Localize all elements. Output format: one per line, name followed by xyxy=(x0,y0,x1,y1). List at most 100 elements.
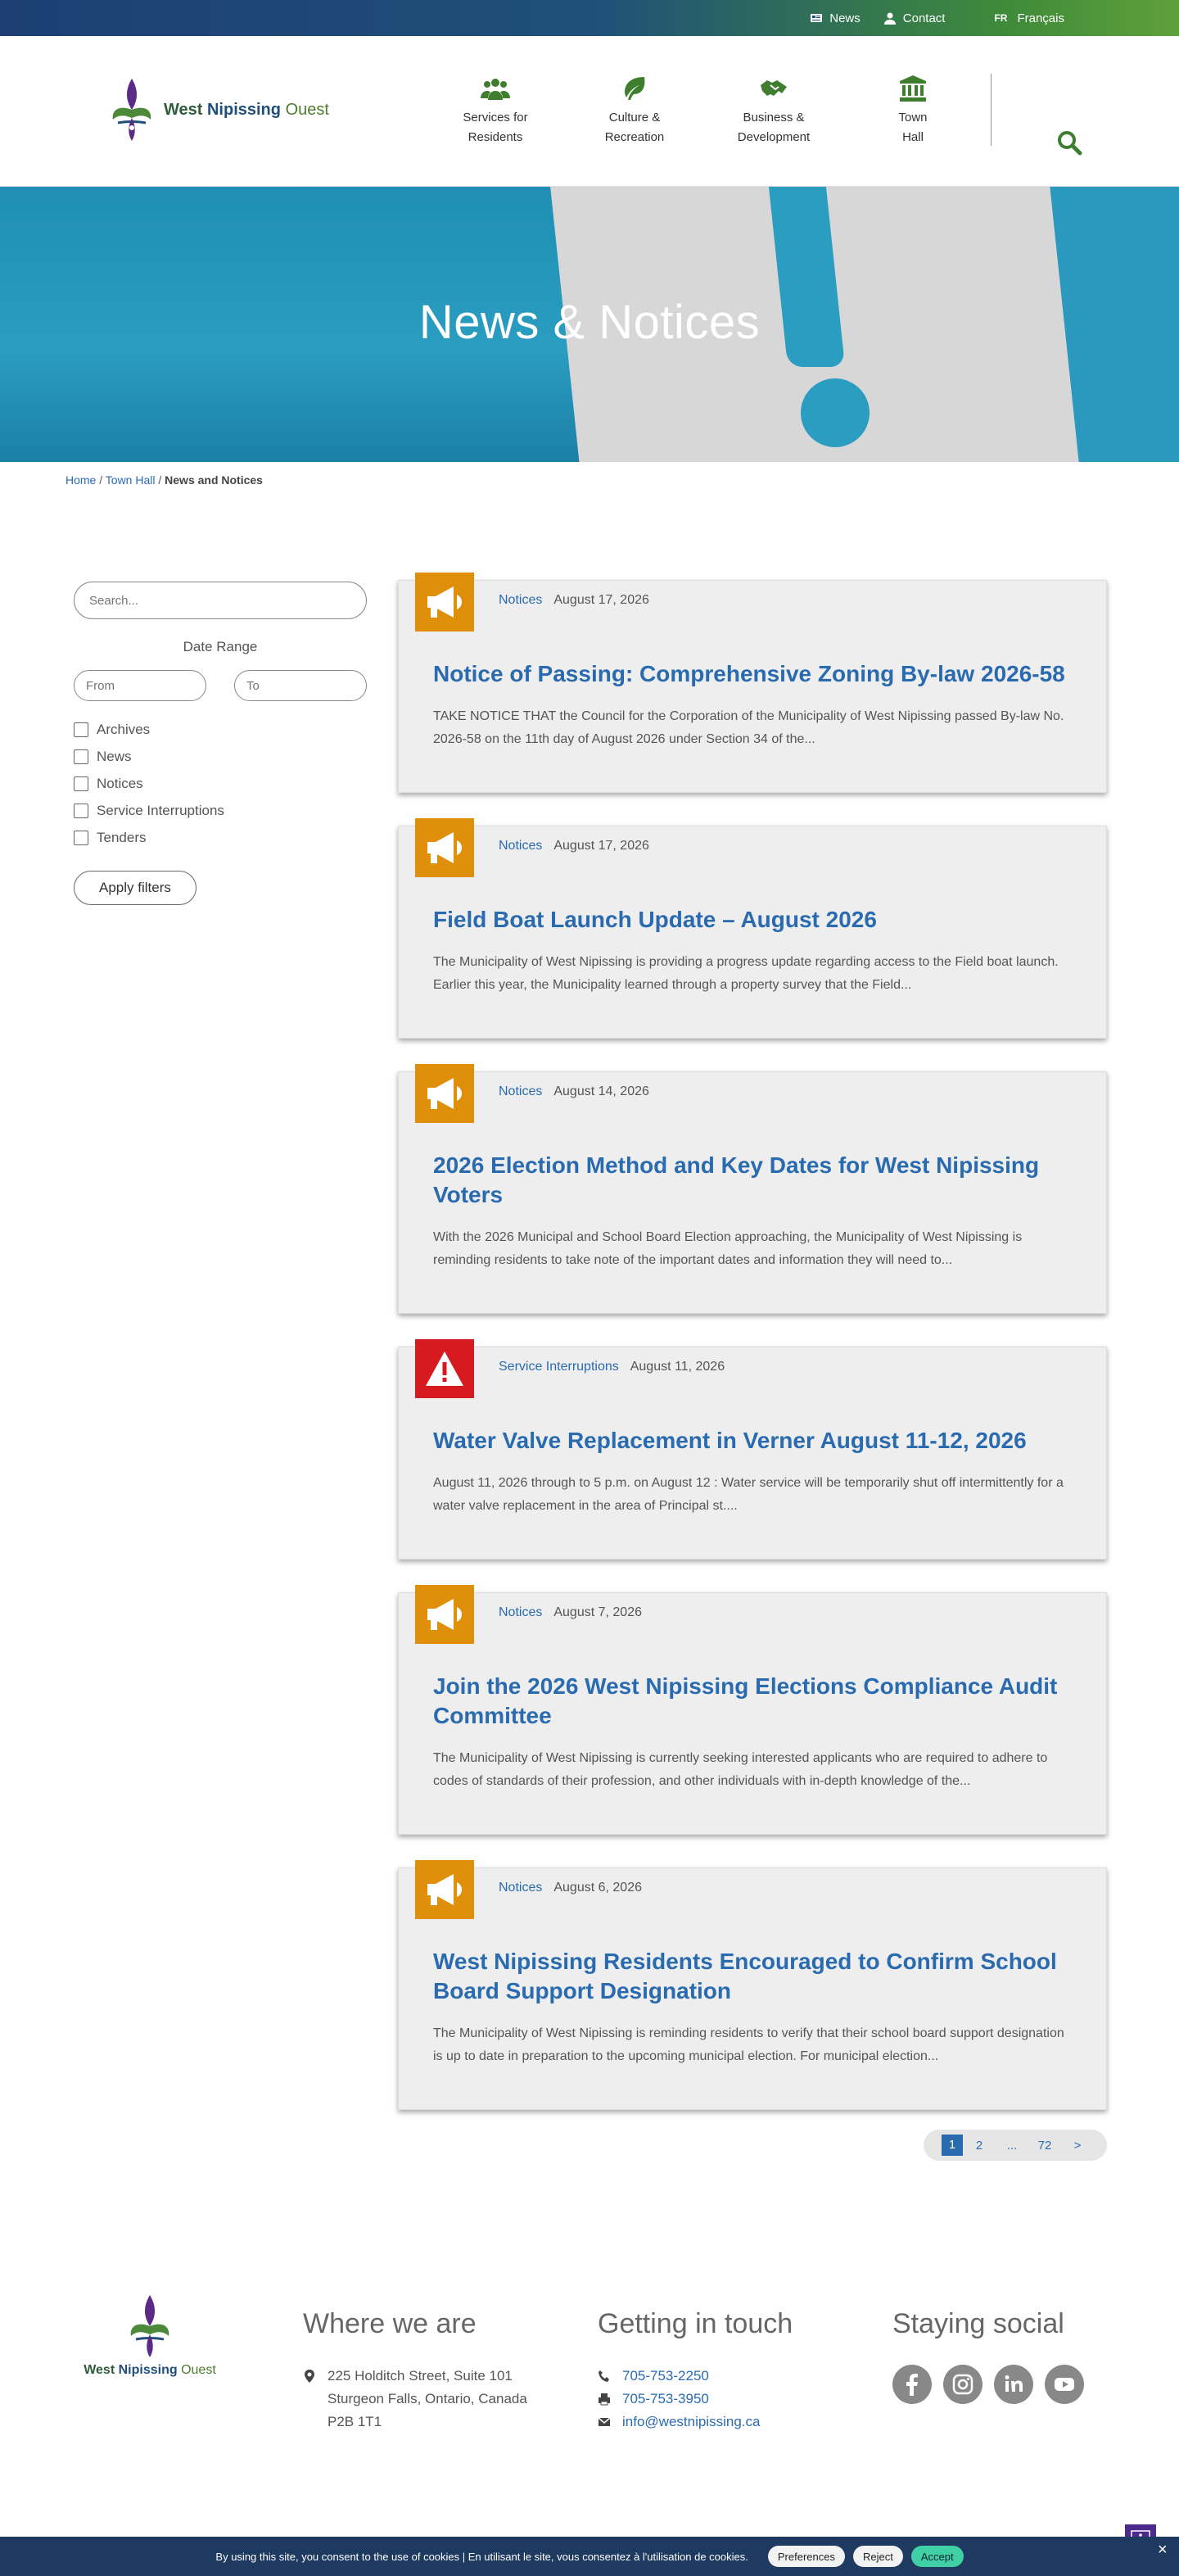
footer-address: 225 Holditch Street, Suite 101 Sturgeon … xyxy=(303,2365,527,2433)
checkbox[interactable] xyxy=(74,749,88,764)
card-title[interactable]: Water Valve Replacement in Verner August… xyxy=(433,1426,1072,1456)
category-filters: Archives News Notices Service Interrupti… xyxy=(74,716,367,851)
card-category[interactable]: Notices xyxy=(499,593,542,607)
cookie-preferences-button[interactable]: Preferences xyxy=(767,2546,845,2567)
card-meta: Notices August 7, 2026 xyxy=(499,1605,642,1620)
footer-social: Staying social xyxy=(892,2308,1084,2404)
logo-wordmark: West Nipissing Ouest xyxy=(164,101,329,120)
filter-news[interactable]: News xyxy=(74,743,367,770)
checkbox[interactable] xyxy=(74,776,88,791)
cookie-consent-bar: By using this site, you consent to the u… xyxy=(0,2537,1179,2576)
filter-archives[interactable]: Archives xyxy=(74,716,367,743)
language-switch[interactable]: FR Français xyxy=(994,11,1064,25)
date-to-input[interactable] xyxy=(234,670,367,701)
instagram-icon xyxy=(952,2374,973,2395)
card-date: August 17, 2026 xyxy=(553,839,649,853)
date-from-input[interactable] xyxy=(74,670,206,701)
card-category[interactable]: Service Interruptions xyxy=(499,1360,619,1374)
card-title[interactable]: Join the 2026 West Nipissing Elections C… xyxy=(433,1672,1072,1731)
youtube-link[interactable] xyxy=(1045,2365,1084,2404)
site-header: West Nipissing Ouest Services for Reside… xyxy=(0,36,1179,187)
nav-townhall-line1: Town xyxy=(898,111,928,124)
handshake-icon xyxy=(761,80,787,96)
social-links xyxy=(892,2365,1084,2404)
email-link[interactable]: info@westnipissing.ca xyxy=(622,2411,760,2433)
news-card[interactable]: Notices August 14, 2026 2026 Election Met… xyxy=(398,1064,1107,1314)
nav-townhall-line2: Hall xyxy=(902,130,924,144)
card-title[interactable]: 2026 Election Method and Key Dates for W… xyxy=(433,1151,1072,1210)
filter-tenders[interactable]: Tenders xyxy=(74,824,367,851)
news-link-label: News xyxy=(829,11,861,25)
next-page-button[interactable]: > xyxy=(1061,2139,1094,2153)
card-category[interactable]: Notices xyxy=(499,1881,542,1895)
checkbox[interactable] xyxy=(74,830,88,845)
footer-social-title: Staying social xyxy=(892,2308,1064,2339)
breadcrumb-home[interactable]: Home xyxy=(66,473,96,487)
cookie-reject-button[interactable]: Reject xyxy=(852,2546,903,2567)
card-meta: Notices August 6, 2026 xyxy=(499,1881,642,1895)
footer-where: Where we are 225 Holditch Street, Suite … xyxy=(303,2308,527,2433)
news-card[interactable]: Notices August 7, 2026 Join the 2026 West… xyxy=(398,1585,1107,1835)
breadcrumb-separator: / xyxy=(96,473,106,487)
logo-west: West xyxy=(164,100,203,119)
apply-filters-button[interactable]: Apply filters xyxy=(74,871,196,905)
contact-link[interactable]: Contact xyxy=(883,11,945,25)
footer-fax: 705-753-3950 xyxy=(598,2388,793,2411)
card-excerpt: The Municipality of West Nipissing is pr… xyxy=(433,955,1059,992)
megaphone-icon xyxy=(427,1078,462,1109)
card-excerpt: August 11, 2026 through to 5 p.m. on Aug… xyxy=(433,1476,1064,1513)
nav-business-line1: Business & xyxy=(743,111,805,124)
hero-exclamation-dot xyxy=(801,378,870,447)
nav-business-development[interactable]: Business & Development xyxy=(704,75,843,147)
news-link[interactable]: News xyxy=(810,11,861,25)
footer-logo[interactable]: West Nipissing Ouest xyxy=(80,2293,219,2378)
warning-icon xyxy=(426,1351,463,1386)
card-title[interactable]: Field Boat Launch Update – August 2026 xyxy=(433,905,1072,935)
news-card[interactable]: Notices August 17, 2026 Field Boat Launch… xyxy=(398,818,1107,1039)
footer-contact-title: Getting in touch xyxy=(598,2308,793,2339)
card-category[interactable]: Notices xyxy=(499,1605,542,1619)
breadcrumb-current: News and Notices xyxy=(165,473,263,487)
logo-nipissing: Nipissing xyxy=(206,100,281,119)
search-input[interactable] xyxy=(74,582,367,619)
checkbox[interactable] xyxy=(74,722,88,737)
address-line-1: 225 Holditch Street, Suite 101 xyxy=(328,2368,513,2384)
nav-culture-recreation[interactable]: Culture & Recreation xyxy=(565,75,704,147)
card-title[interactable]: Notice of Passing: Comprehensive Zoning … xyxy=(433,659,1072,689)
card-date: August 6, 2026 xyxy=(553,1881,642,1895)
megaphone-icon xyxy=(427,1599,462,1630)
cookie-accept-button[interactable]: Accept xyxy=(910,2546,964,2567)
linkedin-link[interactable] xyxy=(994,2365,1033,2404)
filter-label: Archives xyxy=(97,721,151,737)
filter-service-interruptions[interactable]: Service Interruptions xyxy=(74,797,367,824)
news-card[interactable]: Notices August 6, 2026 West Nipissing Res… xyxy=(398,1860,1107,2110)
card-category[interactable]: Notices xyxy=(499,1084,542,1098)
footer-phone: 705-753-2250 xyxy=(598,2365,793,2388)
card-meta: Notices August 17, 2026 xyxy=(499,593,649,608)
instagram-link[interactable] xyxy=(943,2365,982,2404)
page-2-button[interactable]: 2 xyxy=(963,2139,996,2153)
category-badge xyxy=(415,818,474,877)
page-72-button[interactable]: 72 xyxy=(1028,2139,1061,2153)
header-search-button[interactable] xyxy=(1056,129,1082,160)
fax-icon xyxy=(599,2393,610,2406)
page-1-button[interactable]: 1 xyxy=(942,2135,963,2156)
card-date: August 7, 2026 xyxy=(553,1605,642,1619)
nav-services-residents[interactable]: Services for Residents xyxy=(426,75,565,147)
news-card[interactable]: Notices August 17, 2026 Notice of Passing… xyxy=(398,573,1107,793)
breadcrumb-town-hall[interactable]: Town Hall xyxy=(106,473,156,487)
filter-notices[interactable]: Notices xyxy=(74,770,367,797)
card-category[interactable]: Notices xyxy=(499,839,542,853)
nav-town-hall[interactable]: Town Hall xyxy=(843,75,982,147)
card-title[interactable]: West Nipissing Residents Encouraged to C… xyxy=(433,1947,1072,2006)
cookie-close-icon[interactable]: × xyxy=(1158,2541,1168,2560)
main-nav: Services for Residents Culture & Recreat… xyxy=(426,75,982,147)
news-card[interactable]: Service Interruptions August 11, 2026 Wat… xyxy=(398,1339,1107,1560)
phone-link[interactable]: 705-753-2250 xyxy=(622,2365,709,2388)
footer-contact: Getting in touch 705-753-2250 705-753-39… xyxy=(598,2308,793,2433)
hero-banner: News & Notices xyxy=(0,187,1179,462)
fax-link[interactable]: 705-753-3950 xyxy=(622,2388,709,2411)
facebook-link[interactable] xyxy=(892,2365,932,2404)
checkbox[interactable] xyxy=(74,803,88,818)
site-logo[interactable]: West Nipissing Ouest xyxy=(108,77,329,143)
